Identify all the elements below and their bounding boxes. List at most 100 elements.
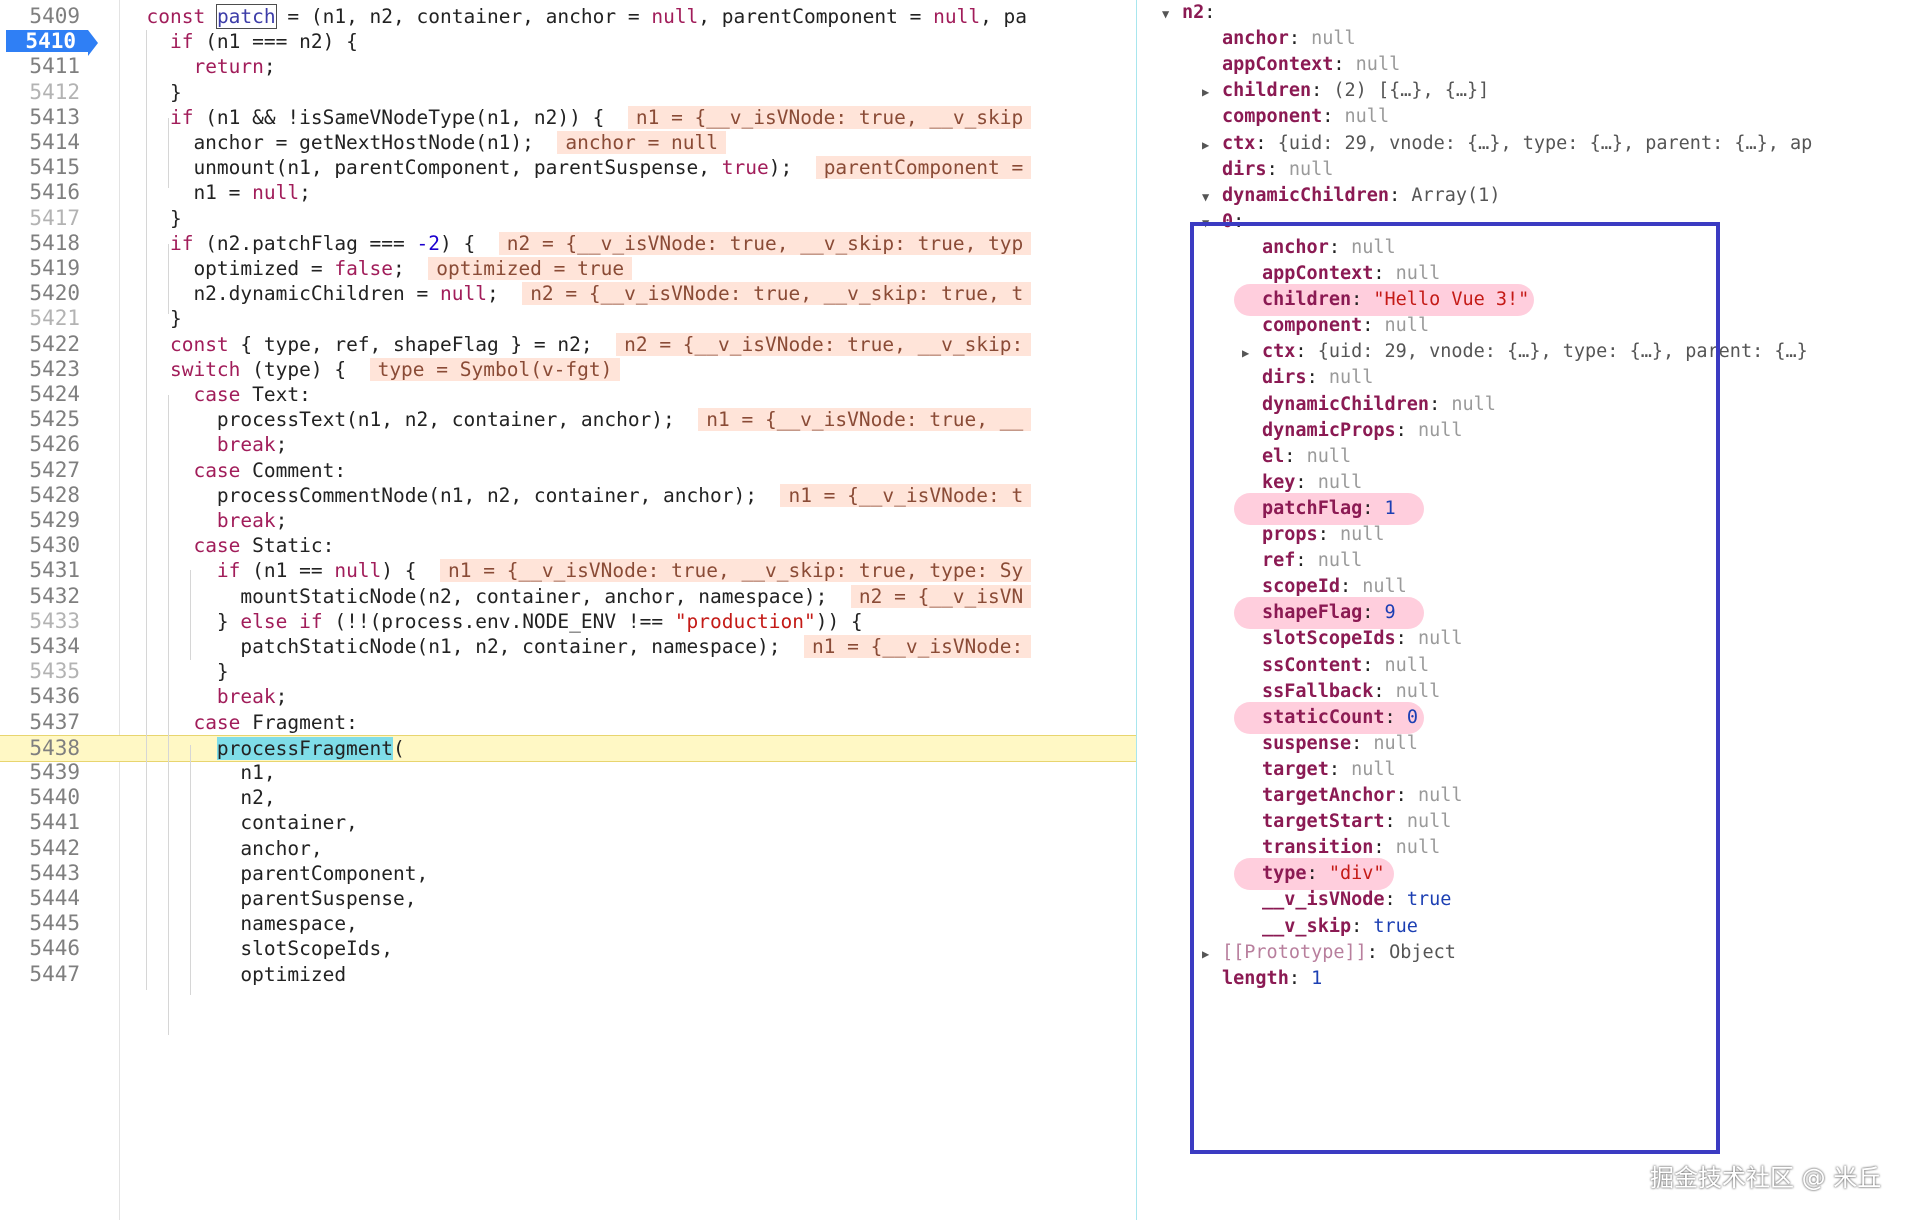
line-number[interactable]: 5419	[0, 256, 80, 281]
tree-row-n2[interactable]: ▼ n2:	[1162, 0, 1227, 26]
current-execution-line: 5438 processFragment(	[0, 734, 1136, 762]
code-text: }	[123, 307, 182, 331]
line-number[interactable]: 5444	[0, 886, 80, 911]
inline-value-hint: n2 = {__v_isVN	[850, 584, 1032, 608]
line-number[interactable]: 5417	[0, 206, 80, 231]
code-line: 5446 slotScopeIds,	[0, 936, 1136, 961]
code-text: }	[123, 80, 182, 104]
line-number[interactable]: 5431	[0, 558, 80, 583]
tree-row-children[interactable]: ▶ children: (2) [{…}, {…}]	[1202, 78, 1489, 104]
code-line: 5437 case Fragment:	[0, 710, 1136, 735]
line-number[interactable]: 5418	[0, 231, 80, 256]
line-number[interactable]: 5426	[0, 432, 80, 457]
code-line: 5439 n1,	[0, 760, 1136, 785]
expand-triangle-closed-icon[interactable]: ▶	[1202, 79, 1222, 105]
dynamic-children-annotation-frame	[1190, 222, 1720, 1154]
line-number[interactable]: 5432	[0, 584, 80, 609]
indent-guide	[146, 30, 147, 990]
code-text: container,	[123, 811, 358, 835]
line-number[interactable]: 5443	[0, 861, 80, 886]
property-value: Array(1)	[1411, 184, 1501, 206]
code-text: }	[123, 206, 182, 230]
code-text: }	[123, 660, 229, 684]
line-number[interactable]: 5425	[0, 407, 80, 432]
line-number[interactable]: 5441	[0, 810, 80, 835]
code-line: 5432 mountStaticNode(n2, container, anch…	[0, 584, 1136, 609]
tree-row-ctx[interactable]: ▶ ctx: {uid: 29, vnode: {…}, type: {…}, p…	[1202, 131, 1812, 157]
inline-value-hint: parentComponent =	[815, 156, 1032, 180]
property-value: null	[1355, 54, 1401, 76]
line-number[interactable]: 5433	[0, 609, 80, 634]
code-line: 5419 optimized = false; optimized = true	[0, 256, 1136, 281]
code-text: case Fragment:	[193, 710, 358, 734]
code-text: if (n1 && !isSameVNodeType(n1, n2)) { n1…	[123, 105, 1032, 130]
line-number[interactable]: 5413	[0, 105, 80, 130]
line-number[interactable]: 5439	[0, 760, 80, 785]
code-text: case Comment:	[193, 458, 347, 482]
expand-triangle-open-icon[interactable]: ▼	[1162, 1, 1182, 27]
line-number[interactable]: 5427	[0, 458, 80, 483]
line-number[interactable]: 5414	[0, 130, 80, 155]
inline-value-hint: n1 = {__v_isVNode: true, __v_skip: true,…	[440, 559, 1032, 583]
tree-row-dynamicchildren[interactable]: ▼ dynamicChildren: Array(1)	[1202, 183, 1500, 209]
line-number[interactable]: 5428	[0, 483, 80, 508]
line-number[interactable]: 5447	[0, 962, 80, 987]
line-number[interactable]: 5437	[0, 710, 80, 735]
key-separator: :	[1389, 184, 1412, 206]
line-number[interactable]: 5421	[0, 306, 80, 331]
line-number[interactable]: 5420	[0, 281, 80, 306]
code-line: 5416 n1 = null;	[0, 180, 1136, 205]
code-line: 5423 switch (type) { type = Symbol(v-fgt…	[0, 357, 1136, 382]
code-text: case Text:	[193, 383, 311, 406]
inline-value-hint: n1 = {__v_isVNode: true, __	[698, 408, 1032, 432]
key-separator: :	[1255, 132, 1278, 154]
line-number[interactable]: 5429	[0, 508, 80, 533]
line-number[interactable]: 5411	[0, 54, 80, 79]
inline-value-hint: n1 = {__v_isVNode: true, __v_skip	[627, 105, 1032, 129]
key-separator: :	[1333, 54, 1356, 76]
line-number[interactable]: 5416	[0, 180, 80, 205]
line-number[interactable]: 5422	[0, 332, 80, 357]
code-line: 5443 parentComponent,	[0, 861, 1136, 886]
property-value: null	[1344, 106, 1390, 128]
tree-row-appcontext: appContext: null	[1202, 52, 1400, 78]
code-line: 5425 processText(n1, n2, container, anch…	[0, 407, 1136, 432]
line-number[interactable]: 5409	[0, 4, 80, 29]
code-text: const patch = (n1, n2, container, anchor…	[146, 4, 1028, 29]
line-number[interactable]: 5436	[0, 684, 80, 709]
property-key: dirs	[1222, 158, 1267, 180]
property-key: anchor	[1222, 28, 1289, 50]
property-key: appContext	[1222, 54, 1334, 76]
code-text: if (n1 === n2) {	[169, 30, 358, 54]
indent-guide	[190, 745, 191, 995]
property-value: null	[1288, 158, 1334, 180]
tree-row-component: component: null	[1202, 104, 1389, 130]
line-number[interactable]: 5412	[0, 80, 80, 105]
expand-triangle-open-icon[interactable]: ▼	[1202, 184, 1222, 210]
line-number[interactable]: 5442	[0, 836, 80, 861]
code-text: if (n1 == null) { n1 = {__v_isVNode: tru…	[123, 558, 1032, 583]
expand-triangle-closed-icon[interactable]: ▶	[1202, 132, 1222, 158]
line-number[interactable]: 5423	[0, 357, 80, 382]
code-line: 5433 } else if (!!(process.env.NODE_ENV …	[0, 609, 1136, 634]
line-number[interactable]: 5445	[0, 911, 80, 936]
inline-value-hint: n1 = {__v_isVNode: t	[780, 483, 1032, 507]
code-line: 5445 namespace,	[0, 911, 1136, 936]
line-number[interactable]: 5415	[0, 155, 80, 180]
line-number[interactable]: 5424	[0, 382, 80, 407]
code-line: 5429 break;	[0, 508, 1136, 533]
line-number[interactable]: 5435	[0, 659, 80, 684]
breakpoint-marker[interactable]: 5410	[6, 30, 98, 57]
inline-value-hint: n2 = {__v_isVNode: true, __v_skip:	[616, 332, 1032, 356]
code-text: optimized = false; optimized = true	[123, 256, 633, 281]
line-number[interactable]: 5438	[0, 736, 80, 761]
line-number[interactable]: 5440	[0, 785, 80, 810]
inline-value-hint: n2 = {__v_isVNode: true, __v_skip: true,…	[522, 282, 1032, 306]
code-text: switch (type) { type = Symbol(v-fgt)	[123, 357, 621, 382]
code-line: 5410 if (n1 === n2) {	[0, 29, 1136, 57]
code-text: n2.dynamicChildren = null; n2 = {__v_isV…	[123, 281, 1032, 306]
line-number[interactable]: 5434	[0, 634, 80, 659]
line-number[interactable]: 5446	[0, 936, 80, 961]
code-text: anchor = getNextHostNode(n1); anchor = n…	[123, 130, 727, 155]
line-number[interactable]: 5430	[0, 533, 80, 558]
